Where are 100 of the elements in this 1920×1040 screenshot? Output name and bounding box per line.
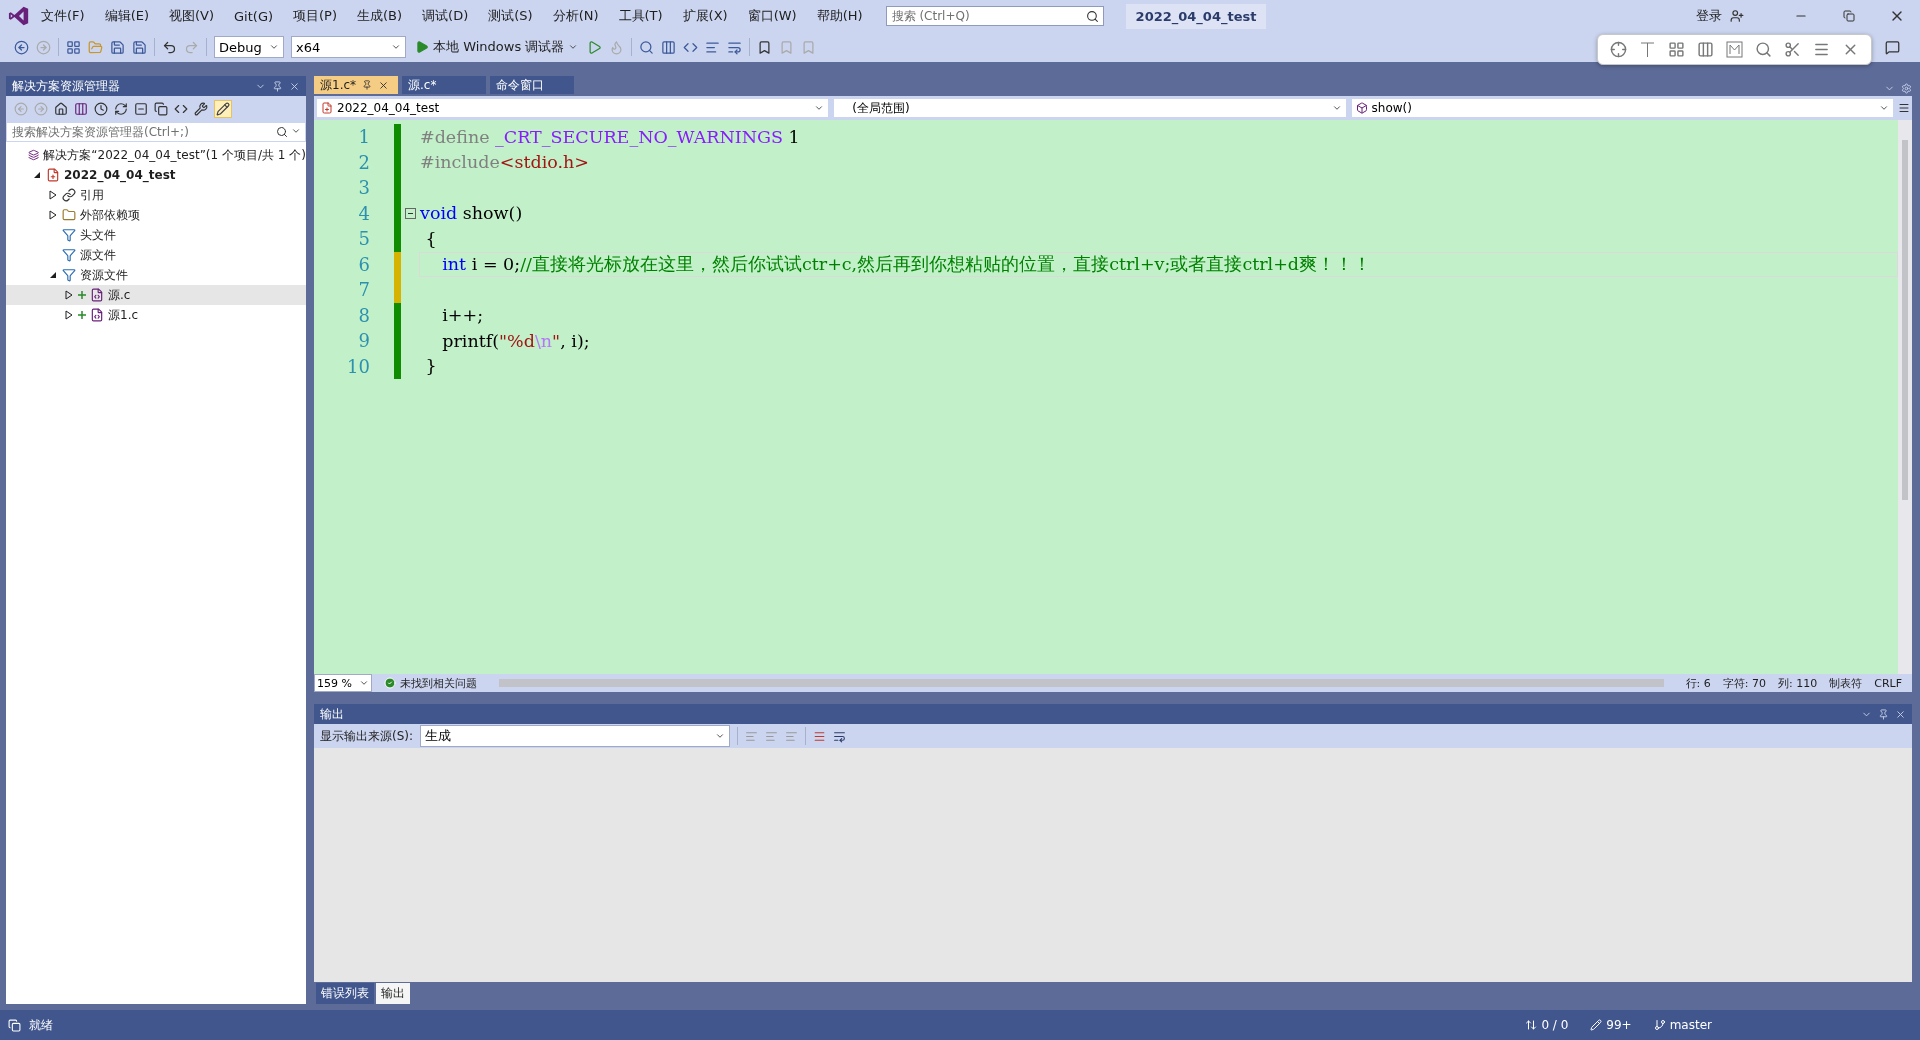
play-icon[interactable] bbox=[587, 39, 603, 55]
menu-item[interactable]: 编辑(E) bbox=[95, 3, 158, 29]
zoom-dropdown[interactable]: 159 % bbox=[314, 674, 372, 692]
panel-tab[interactable]: 错误列表 bbox=[316, 982, 374, 1004]
settings-icon[interactable] bbox=[1901, 83, 1912, 94]
pin-icon[interactable] bbox=[272, 80, 283, 92]
menu-item[interactable]: Git(G) bbox=[225, 4, 283, 28]
clear-icon[interactable] bbox=[813, 729, 827, 743]
tree-item[interactable]: 源文件 bbox=[6, 245, 306, 265]
tree-item[interactable]: 解决方案“2022_04_04_test”(1 个项目/共 1 个) bbox=[6, 145, 306, 165]
wrench-icon[interactable] bbox=[194, 102, 208, 116]
menu-item[interactable]: 分析(N) bbox=[543, 3, 608, 29]
configuration-dropdown[interactable]: Debug bbox=[214, 36, 284, 58]
expanded-arrow-icon[interactable] bbox=[32, 170, 42, 180]
align-left-icon[interactable] bbox=[705, 39, 721, 55]
menu-item[interactable]: 工具(T) bbox=[609, 3, 672, 29]
scrollbar[interactable] bbox=[1898, 120, 1912, 674]
collapse-icon[interactable] bbox=[404, 207, 416, 219]
cube-icon bbox=[1355, 102, 1368, 114]
t-shape-icon[interactable] bbox=[1639, 41, 1656, 58]
collapsed-arrow-icon[interactable] bbox=[48, 190, 58, 200]
expanded-arrow-icon[interactable] bbox=[48, 270, 58, 280]
login-link[interactable]: 登录 bbox=[1696, 7, 1722, 25]
tree-item[interactable]: 资源文件 bbox=[6, 265, 306, 285]
menu-item[interactable]: 项目(P) bbox=[284, 3, 346, 29]
columns-icon[interactable] bbox=[1697, 41, 1714, 58]
tree-item[interactable]: 源.c bbox=[6, 285, 306, 305]
tree-item[interactable]: 源1.c bbox=[6, 305, 306, 325]
project-dropdown[interactable]: 2022_04_04_test bbox=[316, 98, 830, 118]
save-icon[interactable] bbox=[132, 39, 147, 55]
tree-item[interactable]: 引用 bbox=[6, 185, 306, 205]
caret-icon bbox=[1331, 103, 1342, 113]
branch-status[interactable]: master bbox=[1669, 1018, 1712, 1032]
indent-status: 制表符 bbox=[1829, 675, 1863, 691]
close-icon[interactable] bbox=[289, 80, 300, 92]
tree-item[interactable]: 外部依赖项 bbox=[6, 205, 306, 225]
save-icon[interactable] bbox=[110, 39, 125, 55]
search-icon[interactable] bbox=[639, 39, 655, 55]
collapsed-arrow-icon[interactable] bbox=[48, 210, 58, 220]
scissors-icon[interactable] bbox=[1784, 41, 1801, 58]
feedback-icon[interactable] bbox=[1885, 39, 1900, 55]
back-icon[interactable] bbox=[14, 39, 29, 55]
member-dropdown[interactable]: show() bbox=[1350, 98, 1894, 118]
changes-status[interactable]: 99+ bbox=[1606, 1018, 1632, 1032]
home-icon[interactable] bbox=[54, 102, 68, 116]
editor-tab[interactable]: 命令窗口 bbox=[490, 76, 574, 94]
menu-item[interactable]: 帮助(H) bbox=[807, 3, 872, 29]
collapsed-arrow-icon[interactable] bbox=[64, 310, 74, 320]
bookmark-icon[interactable] bbox=[757, 39, 773, 55]
user-icon[interactable] bbox=[1730, 9, 1744, 23]
crosshair-icon[interactable] bbox=[1610, 41, 1627, 58]
search-icon[interactable] bbox=[1755, 41, 1772, 58]
menu-icon[interactable] bbox=[1813, 41, 1830, 58]
wrap-text-icon[interactable] bbox=[727, 39, 743, 55]
pin-icon[interactable] bbox=[362, 80, 373, 90]
copy-icon[interactable] bbox=[154, 102, 168, 116]
search-field[interactable]: 搜索解决方案资源管理器(Ctrl+;) bbox=[6, 122, 306, 142]
panel-tab[interactable]: 输出 bbox=[376, 982, 410, 1004]
platform-dropdown[interactable]: x64 bbox=[291, 36, 406, 58]
tree-label: 源文件 bbox=[80, 246, 116, 264]
check-icon bbox=[384, 677, 396, 689]
output-source-dropdown[interactable]: 生成 bbox=[420, 725, 731, 747]
line-number: 8 bbox=[357, 304, 371, 326]
tree-item[interactable]: 头文件 bbox=[6, 225, 306, 245]
search-field[interactable]: 搜索 (Ctrl+Q) bbox=[885, 6, 1104, 26]
collapse-all-icon[interactable] bbox=[134, 102, 148, 116]
columns-icon[interactable] bbox=[74, 102, 88, 116]
framed-zigzag-icon[interactable] bbox=[1726, 41, 1743, 58]
clock-icon[interactable] bbox=[94, 102, 108, 116]
scope-dropdown[interactable]: (全局范围) bbox=[833, 98, 1347, 118]
line-number: 6 bbox=[357, 253, 371, 275]
editor-tab[interactable]: 源.c* bbox=[402, 76, 486, 94]
close-icon[interactable] bbox=[378, 79, 390, 91]
menu-item[interactable]: 窗口(W) bbox=[738, 3, 806, 29]
menu-item[interactable]: 调试(D) bbox=[413, 3, 478, 29]
code-editor[interactable]: 1 #define _CRT_SECURE_NO_WARNINGS 1 2 #include<stdio.h> 3 4 void show() 5 { 6 int i = 0;//直接将光标放在这里，然后你试试ctr+c,然后再到你想粘贴的位置，直接ctrl+v;或者直接ctrl+d爽！！！ 7 8 i++; 9 printf("%d\n", i); 10 } bbox=[314, 120, 1912, 674]
menu-item[interactable]: 生成(B) bbox=[348, 3, 412, 29]
split-icon[interactable] bbox=[1898, 102, 1910, 114]
code-icon[interactable] bbox=[174, 102, 188, 116]
menu-item[interactable]: 文件(F) bbox=[32, 3, 94, 29]
grid-icon[interactable] bbox=[1668, 41, 1685, 58]
refresh-icon[interactable] bbox=[114, 102, 128, 116]
close-icon[interactable] bbox=[1895, 708, 1906, 720]
menu-item[interactable]: 扩展(X) bbox=[673, 3, 737, 29]
collapsed-arrow-icon[interactable] bbox=[64, 290, 74, 300]
menu-item[interactable]: 测试(S) bbox=[479, 3, 542, 29]
grid-icon[interactable] bbox=[66, 39, 81, 55]
pin-icon[interactable] bbox=[1878, 708, 1889, 720]
columns-icon[interactable] bbox=[661, 39, 677, 55]
line-number: 10 bbox=[346, 355, 371, 377]
preview-button[interactable] bbox=[214, 100, 232, 118]
tree-item[interactable]: 2022_04_04_test bbox=[6, 165, 306, 185]
menu-item[interactable]: 视图(V) bbox=[160, 3, 224, 29]
run-button[interactable]: 本地 Windows 调试器 bbox=[413, 36, 581, 58]
undo-icon[interactable] bbox=[162, 39, 177, 55]
code-line: { bbox=[424, 227, 438, 251]
editor-tab[interactable]: 源1.c* bbox=[314, 76, 398, 94]
line-number: 4 bbox=[357, 202, 371, 224]
wrap-text-icon[interactable] bbox=[833, 729, 847, 743]
sync-status[interactable]: 0 / 0 bbox=[1541, 1018, 1569, 1032]
